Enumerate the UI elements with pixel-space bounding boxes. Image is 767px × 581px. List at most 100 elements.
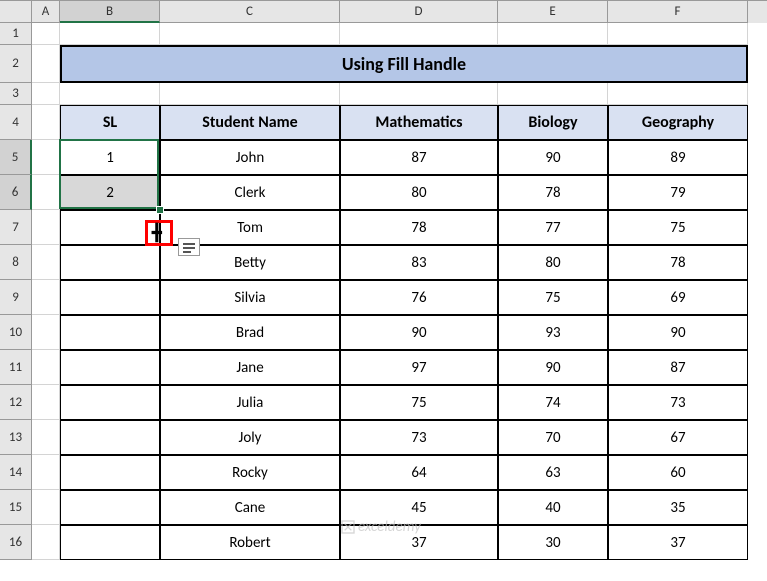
cell-B6[interactable]: 2 [60,175,160,210]
cell-B3[interactable] [60,83,160,105]
cell-B8[interactable] [60,245,160,280]
row-header-10[interactable]: 10 [0,315,32,350]
cell-D14[interactable]: 64 [340,455,498,490]
cell-B10[interactable] [60,315,160,350]
cell-E12[interactable]: 74 [498,385,608,420]
cell-E1[interactable] [498,23,608,45]
cell-C15[interactable]: Cane [160,490,340,525]
cell-B7[interactable] [60,210,160,245]
cell-A14[interactable] [32,455,60,490]
row-header-16[interactable]: 16 [0,525,32,560]
cell-D12[interactable]: 75 [340,385,498,420]
cell-D11[interactable]: 97 [340,350,498,385]
row-header-13[interactable]: 13 [0,420,32,455]
cell-C3[interactable] [160,83,340,105]
cell-B14[interactable] [60,455,160,490]
cell-D10[interactable]: 90 [340,315,498,350]
col-header-B[interactable]: B [60,1,160,23]
cell-C6[interactable]: Clerk [160,175,340,210]
row-header-1[interactable]: 1 [0,23,32,45]
cell-F15[interactable]: 35 [608,490,748,525]
cell-F14[interactable]: 60 [608,455,748,490]
row-header-7[interactable]: 7 [0,210,32,245]
row-header-6[interactable]: 6 [0,175,32,210]
title-cell[interactable]: Using Fill Handle [60,45,748,83]
cell-A15[interactable] [32,490,60,525]
cell-A9[interactable] [32,280,60,315]
cell-F12[interactable]: 73 [608,385,748,420]
row-header-9[interactable]: 9 [0,280,32,315]
cell-C13[interactable]: Joly [160,420,340,455]
cell-F7[interactable]: 75 [608,210,748,245]
fill-handle[interactable] [156,206,164,214]
cell-E9[interactable]: 75 [498,280,608,315]
cell-F16[interactable]: 37 [608,525,748,560]
autofill-options-button[interactable] [178,238,200,256]
cell-E16[interactable]: 30 [498,525,608,560]
cell-F5[interactable]: 89 [608,140,748,175]
cell-A2[interactable] [32,45,60,83]
cell-F10[interactable]: 90 [608,315,748,350]
cell-E5[interactable]: 90 [498,140,608,175]
header-name[interactable]: Student Name [160,105,340,140]
row-header-11[interactable]: 11 [0,350,32,385]
cell-A11[interactable] [32,350,60,385]
cell-A12[interactable] [32,385,60,420]
cell-F11[interactable]: 87 [608,350,748,385]
row-header-15[interactable]: 15 [0,490,32,525]
cell-C14[interactable]: Rocky [160,455,340,490]
header-bio[interactable]: Biology [498,105,608,140]
cell-A4[interactable] [32,105,60,140]
cell-A8[interactable] [32,245,60,280]
cell-B1[interactable] [60,23,160,45]
cell-B5[interactable]: 1 [60,140,160,175]
cell-A5[interactable] [32,140,60,175]
cell-B13[interactable] [60,420,160,455]
cell-E15[interactable]: 40 [498,490,608,525]
cell-E10[interactable]: 93 [498,315,608,350]
cell-D13[interactable]: 73 [340,420,498,455]
cell-D9[interactable]: 76 [340,280,498,315]
cell-D3[interactable] [340,83,498,105]
col-header-A[interactable]: A [32,1,60,23]
cell-A7[interactable] [32,210,60,245]
cell-D6[interactable]: 80 [340,175,498,210]
col-header-D[interactable]: D [340,1,498,23]
cell-E8[interactable]: 80 [498,245,608,280]
cell-F1[interactable] [608,23,748,45]
cell-C12[interactable]: Julia [160,385,340,420]
cell-E6[interactable]: 78 [498,175,608,210]
cell-C11[interactable]: Jane [160,350,340,385]
cell-F3[interactable] [608,83,748,105]
cell-D1[interactable] [340,23,498,45]
cell-E7[interactable]: 77 [498,210,608,245]
cell-D7[interactable]: 78 [340,210,498,245]
cell-F8[interactable]: 78 [608,245,748,280]
cell-B11[interactable] [60,350,160,385]
cell-A1[interactable] [32,23,60,45]
col-header-E[interactable]: E [498,1,608,23]
cell-F13[interactable]: 67 [608,420,748,455]
cell-A3[interactable] [32,83,60,105]
col-header-F[interactable]: F [608,1,748,23]
cell-E3[interactable] [498,83,608,105]
row-header-2[interactable]: 2 [0,45,32,83]
row-header-14[interactable]: 14 [0,455,32,490]
cell-E14[interactable]: 63 [498,455,608,490]
cell-C10[interactable]: Brad [160,315,340,350]
header-geo[interactable]: Geography [608,105,748,140]
col-header-C[interactable]: C [160,1,340,23]
cell-C1[interactable] [160,23,340,45]
cell-D8[interactable]: 83 [340,245,498,280]
row-header-3[interactable]: 3 [0,83,32,105]
row-header-5[interactable]: 5 [0,140,32,175]
cell-E11[interactable]: 90 [498,350,608,385]
cell-A10[interactable] [32,315,60,350]
cell-C9[interactable]: Silvia [160,280,340,315]
cell-A13[interactable] [32,420,60,455]
cell-B15[interactable] [60,490,160,525]
select-all-corner[interactable] [0,1,32,23]
header-math[interactable]: Mathematics [340,105,498,140]
cell-B16[interactable] [60,525,160,560]
cell-A6[interactable] [32,175,60,210]
